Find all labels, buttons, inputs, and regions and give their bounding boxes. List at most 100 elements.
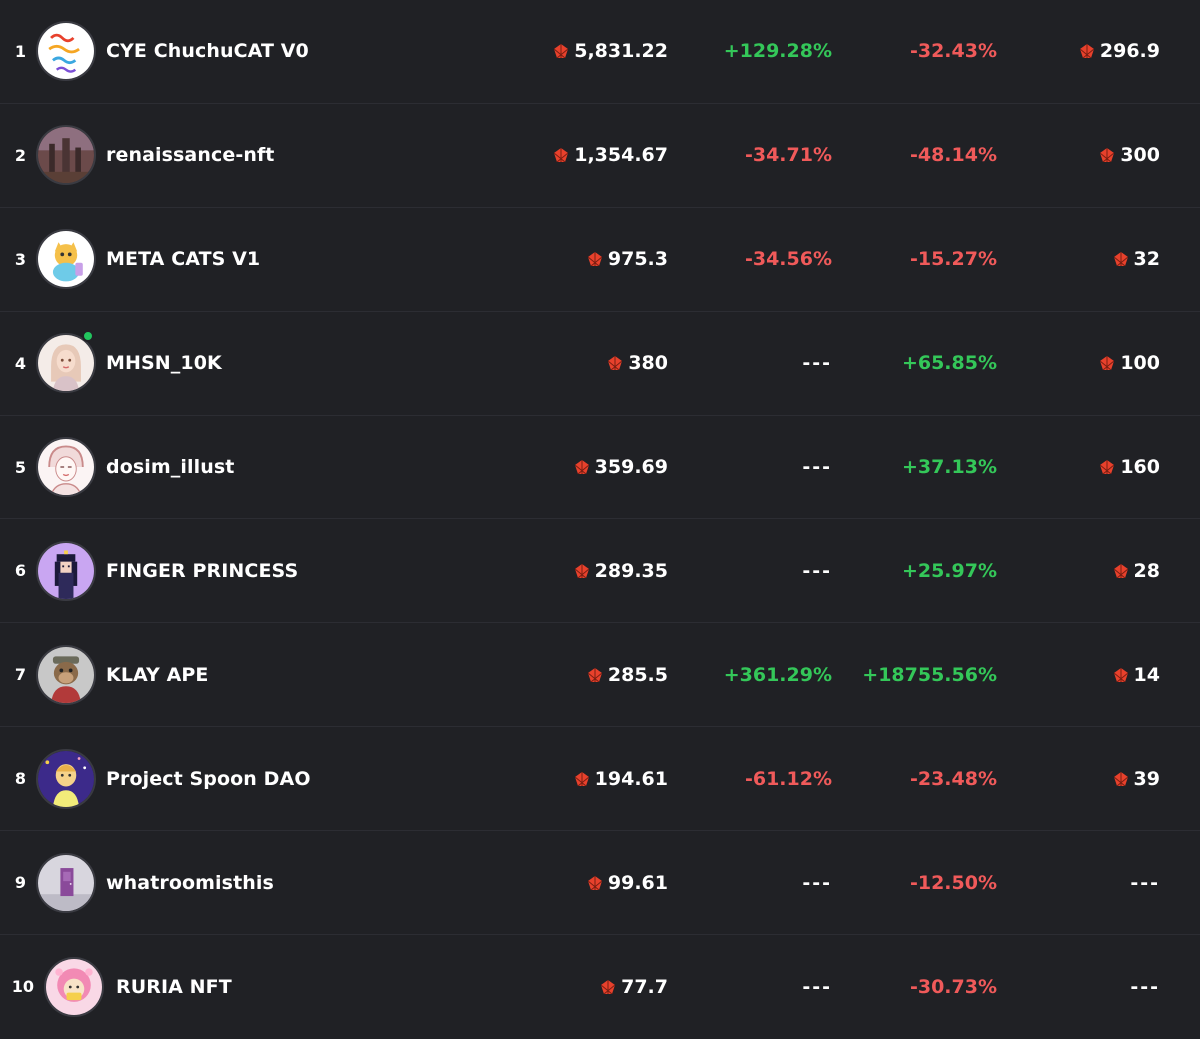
floor-price-value: 14	[1000, 623, 1160, 726]
rank-number: 8	[14, 769, 26, 789]
floor-amount: 14	[1133, 663, 1160, 686]
change-2-value: -30.73%	[909, 975, 997, 998]
floor-amount: 39	[1133, 767, 1160, 790]
rank-number: 3	[14, 249, 26, 269]
klay-token-icon	[1100, 148, 1115, 163]
klay-token-icon	[574, 771, 589, 786]
table-row[interactable]: 4 MHSN_10K 380 --- +65.85% 100	[0, 312, 1200, 416]
pixel-princess-avatar-icon[interactable]	[36, 540, 96, 601]
change-2-value: +18755.56%	[862, 663, 997, 686]
rank-number: 4	[14, 353, 26, 373]
klay-token-icon	[1100, 356, 1115, 371]
rank-number: 5	[14, 457, 26, 477]
floor-price-value: 160	[1000, 416, 1160, 519]
cartoon-cat-avatar-icon[interactable]	[36, 229, 96, 290]
change-2-value: -23.48%	[909, 767, 997, 790]
volume-value: 5,831.22	[448, 0, 668, 103]
klay-token-icon	[554, 44, 569, 59]
collection-name[interactable]: RURIA NFT	[116, 935, 232, 1039]
rank-number: 6	[14, 561, 26, 581]
floor-price-value: 28	[1000, 519, 1160, 622]
floor-price-value: 296.9	[1000, 0, 1160, 103]
change-2-value: -15.27%	[909, 248, 997, 271]
collection-name[interactable]: dosim_illust	[106, 416, 234, 519]
collection-ranking-table: 1 CYE ChuchuCAT V0 5,831.22 +129.28% -32…	[0, 0, 1200, 1039]
klay-token-icon	[601, 979, 616, 994]
table-row[interactable]: 10 RURIA NFT 77.7 --- -30.73% ---	[0, 935, 1200, 1039]
table-row[interactable]: 2 renaissance-nft 1,354.67 -34.71% -48.1…	[0, 104, 1200, 208]
table-row[interactable]: 7 KLAY APE 285.5 +361.29% +18755.56% 14	[0, 623, 1200, 728]
collection-name[interactable]: Project Spoon DAO	[106, 727, 311, 830]
floor-price-value: 32	[1000, 208, 1160, 311]
floor-price-value: ---	[1130, 871, 1160, 894]
volume-amount: 99.61	[607, 871, 668, 894]
change-1-value: +361.29%	[723, 663, 832, 686]
volume-amount: 1,354.67	[574, 144, 668, 167]
klay-token-icon	[587, 667, 602, 682]
change-2-value: +25.97%	[901, 559, 997, 582]
volume-amount: 289.35	[594, 559, 668, 582]
klay-token-icon	[1113, 252, 1128, 267]
collection-name[interactable]: CYE ChuchuCAT V0	[106, 0, 309, 103]
pink-hair-girl-avatar-icon[interactable]	[44, 956, 104, 1017]
table-row[interactable]: 5 dosim_illust 359.69 --- +37.13% 160	[0, 416, 1200, 520]
ape-avatar-icon[interactable]	[36, 644, 96, 705]
volume-value: 99.61	[448, 831, 668, 934]
klay-token-icon	[587, 875, 602, 890]
room-door-avatar-icon[interactable]	[36, 852, 96, 913]
volume-value: 359.69	[448, 416, 668, 519]
change-1-value: -61.12%	[744, 767, 832, 790]
volume-amount: 380	[628, 352, 668, 375]
klay-token-icon	[1100, 460, 1115, 474]
volume-amount: 77.7	[621, 975, 668, 998]
floor-amount: 32	[1133, 248, 1160, 271]
floor-price-value: ---	[1130, 975, 1160, 998]
change-1-value: ---	[802, 352, 832, 375]
renaissance-painting-avatar-icon[interactable]	[36, 125, 96, 186]
volume-value: 975.3	[448, 208, 668, 311]
sketch-portrait-avatar-icon[interactable]	[36, 437, 96, 497]
collection-name[interactable]: META CATS V1	[106, 208, 260, 311]
rank-number: 10	[11, 977, 34, 997]
close-your-eyes-text-avatar-icon[interactable]	[36, 21, 96, 82]
illustrated-woman-avatar-icon[interactable]	[36, 333, 96, 394]
klay-token-icon	[1113, 771, 1128, 786]
table-row[interactable]: 1 CYE ChuchuCAT V0 5,831.22 +129.28% -32…	[0, 0, 1200, 104]
volume-value: 289.35	[448, 519, 668, 622]
klay-token-icon	[608, 356, 623, 371]
volume-value: 194.61	[448, 727, 668, 830]
collection-name[interactable]: FINGER PRINCESS	[106, 519, 298, 622]
collection-name[interactable]: MHSN_10K	[106, 312, 222, 415]
floor-amount: 296.9	[1099, 40, 1160, 63]
rank-number: 2	[14, 145, 26, 165]
klay-token-icon	[1113, 563, 1128, 578]
floor-price-value: 300	[1000, 104, 1160, 207]
online-status-badge	[82, 329, 94, 342]
klay-token-icon	[574, 460, 589, 474]
change-2-value: -12.50%	[909, 871, 997, 894]
collection-name[interactable]: renaissance-nft	[106, 104, 275, 207]
table-row[interactable]: 3 META CATS V1 975.3 -34.56% -15.27% 32	[0, 208, 1200, 312]
floor-amount: 160	[1120, 456, 1160, 478]
floor-amount: 100	[1120, 352, 1160, 375]
collection-name[interactable]: whatroomisthis	[106, 831, 274, 934]
klay-token-icon	[587, 252, 602, 267]
table-row[interactable]: 8 Project Spoon DAO 194.61 -61.12% -23.4…	[0, 727, 1200, 832]
change-1-value: +129.28%	[723, 40, 832, 63]
rank-number: 9	[14, 873, 26, 893]
change-1-value: ---	[802, 456, 832, 478]
volume-amount: 194.61	[594, 767, 668, 790]
table-row[interactable]: 6 FINGER PRINCESS 289.35 --- +25.97% 28	[0, 519, 1200, 624]
floor-price-value: 100	[1000, 312, 1160, 415]
klay-token-icon	[554, 148, 569, 163]
floor-amount: 300	[1120, 144, 1160, 167]
volume-value: 380	[448, 312, 668, 415]
table-row[interactable]: 9 whatroomisthis 99.61 --- -12.50% ---	[0, 831, 1200, 936]
collection-name[interactable]: KLAY APE	[106, 623, 209, 726]
klay-token-icon	[1079, 44, 1094, 59]
rank-number: 7	[14, 665, 26, 685]
change-2-value: +65.85%	[901, 352, 997, 375]
change-2-value: -32.43%	[909, 40, 997, 63]
klay-token-icon	[574, 563, 589, 578]
spoon-character-avatar-icon[interactable]	[36, 748, 96, 809]
